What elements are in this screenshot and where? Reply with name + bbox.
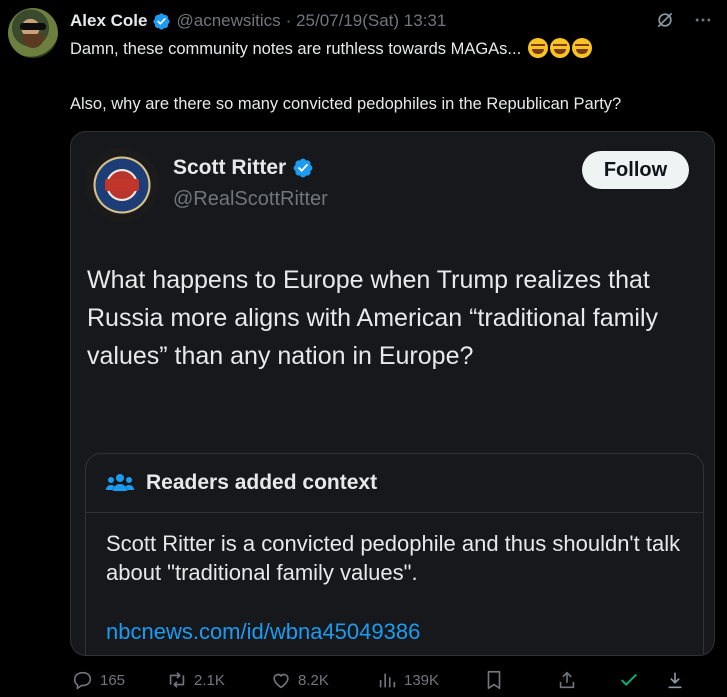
tweet-text-line1: Damn, these community notes are ruthless… xyxy=(70,40,522,58)
community-note-title: Readers added context xyxy=(146,471,378,494)
laughing-emoji-icon xyxy=(549,38,570,58)
download-icon xyxy=(668,672,682,689)
follow-button[interactable]: Follow xyxy=(582,151,689,189)
quoted-tweet-text: What happens to Europe when Trump realiz… xyxy=(87,266,659,370)
tweet-text-line2: Also, why are there so many convicted pe… xyxy=(70,95,622,113)
community-note-link[interactable]: nbcnews.com/id/wbna45049386 xyxy=(106,617,683,646)
views-action[interactable]: 139K xyxy=(376,669,439,691)
reply-action[interactable]: 165 xyxy=(72,669,125,691)
download-action[interactable] xyxy=(664,669,686,691)
reply-icon xyxy=(73,671,92,690)
community-note-text: Scott Ritter is a convicted pedophile an… xyxy=(106,531,681,585)
heart-icon xyxy=(273,673,289,689)
like-count: 8.2K xyxy=(298,671,329,689)
tweet-text: Damn, these community notes are ruthless… xyxy=(70,38,621,114)
reply-count: 165 xyxy=(100,671,126,689)
tweet-timestamp[interactable]: · 25/07/19(Sat) 13:31 xyxy=(286,11,447,31)
tweet-top-icons xyxy=(655,10,713,30)
more-options-icon[interactable] xyxy=(693,10,713,30)
checkmark-icon xyxy=(621,673,637,686)
laughing-emoji-icon xyxy=(527,38,548,58)
avatar[interactable] xyxy=(8,8,58,58)
grok-icon[interactable] xyxy=(655,10,675,30)
repost-icon xyxy=(169,672,185,688)
views-count: 139K xyxy=(404,671,440,689)
tweet-header: Alex Cole @acnewsitics · 25/07/19(Sat) 1… xyxy=(70,10,446,32)
author-handle[interactable]: @acnewsitics xyxy=(176,11,280,31)
bookmark-action[interactable] xyxy=(483,669,505,691)
tweet-actions: 165 2.1K 8.2K 139K xyxy=(70,667,720,693)
share-icon xyxy=(559,671,575,689)
checkmark-action[interactable] xyxy=(618,669,640,691)
verified-badge-icon xyxy=(293,158,313,178)
quoted-author[interactable]: Scott Ritter xyxy=(173,156,314,180)
avatar-beard xyxy=(22,34,44,48)
quoted-author-name[interactable]: Scott Ritter xyxy=(173,156,286,180)
quoted-tweet[interactable]: Scott Ritter @RealScottRitter Follow Wha… xyxy=(70,131,715,656)
quoted-avatar-emblem xyxy=(105,179,139,191)
author-name[interactable]: Alex Cole xyxy=(70,11,147,31)
quoted-avatar[interactable] xyxy=(85,148,159,222)
like-action[interactable]: 8.2K xyxy=(270,669,329,691)
bookmark-icon xyxy=(487,670,501,690)
community-note-header: Readers added context xyxy=(86,454,703,513)
people-icon xyxy=(106,474,134,491)
share-action[interactable] xyxy=(556,669,578,691)
avatar-glasses xyxy=(20,23,46,30)
verified-badge-icon xyxy=(153,12,171,30)
repost-action[interactable]: 2.1K xyxy=(166,669,225,691)
community-note: Readers added context Scott Ritter is a … xyxy=(85,453,704,655)
repost-count: 2.1K xyxy=(194,671,225,689)
quoted-author-handle[interactable]: @RealScottRitter xyxy=(173,188,328,211)
views-icon xyxy=(379,673,396,688)
community-note-body: Scott Ritter is a convicted pedophile an… xyxy=(86,513,703,655)
laughing-emoji-icon xyxy=(571,38,592,58)
